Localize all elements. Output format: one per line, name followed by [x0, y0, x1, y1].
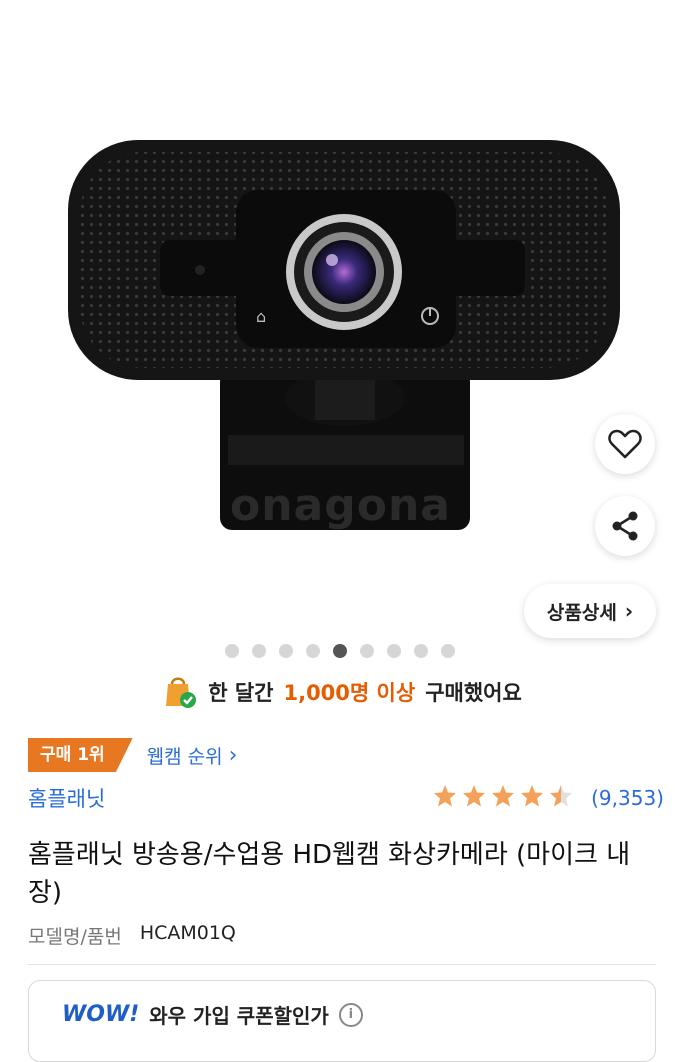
category-rank-link[interactable]: 웹캠 순위 › — [147, 742, 238, 769]
product-detail-button[interactable]: 상품상세 › — [524, 584, 656, 638]
carousel-dot[interactable] — [279, 644, 293, 658]
model-row: 모델명/품번 HCAM01Q — [28, 922, 236, 949]
brand-link[interactable]: 홈플래닛 — [28, 783, 105, 813]
image-watermark: onagona — [230, 480, 451, 531]
share-icon — [612, 511, 638, 541]
purchase-count: 1,000명 이상 — [283, 681, 416, 705]
carousel-dot[interactable] — [225, 644, 239, 658]
carousel-dot[interactable] — [333, 644, 347, 658]
carousel-dot[interactable] — [414, 644, 428, 658]
share-button[interactable] — [595, 496, 655, 556]
star-icon — [434, 785, 457, 807]
carousel-indicator — [225, 644, 455, 658]
review-count[interactable]: (9,353) — [591, 786, 664, 810]
wow-coupon-row: WOW! 와우 가입 쿠폰할인가 i — [62, 1000, 363, 1029]
chevron-right-icon: › — [228, 742, 238, 768]
chevron-right-icon: › — [624, 599, 634, 623]
heart-icon — [608, 429, 642, 459]
divider — [28, 964, 656, 965]
rating[interactable]: (9,353) — [431, 782, 664, 814]
model-value: HCAM01Q — [139, 922, 236, 944]
purchase-stat: 한 달간 1,000명 이상 구매했어요 — [0, 674, 684, 710]
star-icon — [492, 785, 515, 807]
svg-text:⌂: ⌂ — [256, 307, 266, 326]
star-icon — [463, 785, 486, 807]
product-image-area[interactable]: ⌂ onagona — [0, 0, 684, 640]
star-rating — [431, 782, 581, 814]
wow-logo: WOW! — [62, 1002, 140, 1027]
rank-row: 구매 1위 웹캠 순위 › — [28, 738, 237, 772]
carousel-dot[interactable] — [360, 644, 374, 658]
webcam-product-image: ⌂ — [68, 140, 620, 530]
purchase-suffix: 구매했어요 — [425, 681, 522, 705]
carousel-dot[interactable] — [306, 644, 320, 658]
star-icon — [550, 785, 573, 807]
product-title: 홈플래닛 방송용/수업용 HD웹캠 화상카메라 (마이크 내장) — [28, 840, 631, 908]
shopping-bag-check-icon — [166, 677, 197, 708]
purchase-prefix: 한 달간 — [208, 681, 274, 705]
wow-coupon-text: 와우 가입 쿠폰할인가 — [149, 1004, 329, 1028]
brand-rating-row: 홈플래닛 (9,353) — [28, 782, 664, 814]
rank-badge: 구매 1위 — [28, 738, 133, 772]
model-label: 모델명/품번 — [28, 926, 122, 948]
carousel-dot[interactable] — [252, 644, 266, 658]
carousel-dot[interactable] — [387, 644, 401, 658]
carousel-dot[interactable] — [441, 644, 455, 658]
star-icon — [521, 785, 544, 807]
wishlist-button[interactable] — [595, 414, 655, 474]
info-icon[interactable]: i — [338, 1002, 363, 1027]
product-detail-label: 상품상세 — [546, 601, 617, 624]
category-rank-label: 웹캠 순위 — [146, 745, 223, 768]
